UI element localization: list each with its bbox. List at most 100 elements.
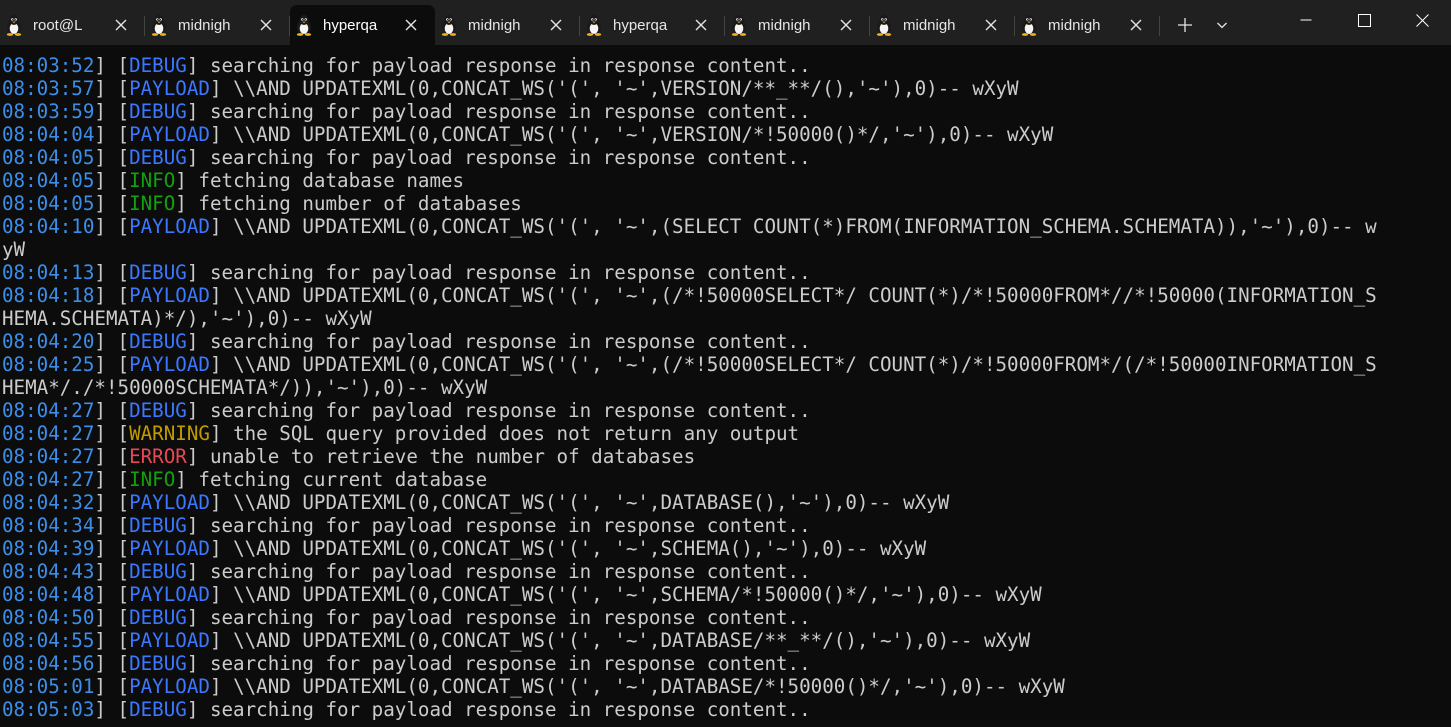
log-timestamp: 08:04:27 xyxy=(2,468,95,491)
log-line: 08:04:34] [DEBUG] searching for payload … xyxy=(2,514,811,537)
tab-2[interactable]: hyperqa xyxy=(290,5,435,45)
terminal-window: root@L midnigh hyperqa midnigh hyperqa midnig… xyxy=(0,0,1451,727)
log-level: DEBUG xyxy=(129,514,187,537)
tab-title: root@L xyxy=(33,16,83,34)
minimize-icon xyxy=(1300,19,1312,21)
log-level: DEBUG xyxy=(129,54,187,77)
tab-close-button[interactable] xyxy=(542,11,570,39)
log-level: PAYLOAD xyxy=(129,353,210,376)
log-timestamp: 08:04:56 xyxy=(2,652,95,675)
log-line: yW xyxy=(2,238,1442,261)
log-message: \\AND UPDATEXML(0,CONCAT_WS('(', '~',DAT… xyxy=(221,491,950,514)
tab-6[interactable]: midnigh xyxy=(870,5,1015,45)
log-line: 08:04:10] [PAYLOAD] \\AND UPDATEXML(0,CO… xyxy=(2,215,1377,238)
log-line: 08:03:52] [DEBUG] searching for payload … xyxy=(2,54,811,77)
log-timestamp: 08:04:10 xyxy=(2,215,95,238)
log-line: 08:04:05] [DEBUG] searching for payload … xyxy=(2,146,811,169)
log-line: 08:04:04] [PAYLOAD] \\AND UPDATEXML(0,CO… xyxy=(2,123,1054,146)
log-message: \\AND UPDATEXML(0,CONCAT_WS('(', '~',(/*… xyxy=(221,284,1377,307)
tab-1[interactable]: midnigh xyxy=(145,5,290,45)
plus-icon xyxy=(1178,18,1192,32)
maximize-icon xyxy=(1357,13,1371,27)
linux-tux-icon xyxy=(874,14,894,36)
log-timestamp: 08:04:34 xyxy=(2,514,95,537)
window-controls xyxy=(1277,0,1451,40)
tab-title: hyperqa xyxy=(323,16,378,34)
log-level: DEBUG xyxy=(129,261,187,284)
tab-7[interactable]: midnigh xyxy=(1015,5,1160,45)
log-timestamp: 08:04:25 xyxy=(2,353,95,376)
tab-close-button[interactable] xyxy=(832,11,860,39)
log-line: 08:03:57] [PAYLOAD] \\AND UPDATEXML(0,CO… xyxy=(2,77,1019,100)
tab-title: midnigh xyxy=(178,16,231,34)
log-timestamp: 08:03:57 xyxy=(2,77,95,100)
log-level: DEBUG xyxy=(129,146,187,169)
minimize-button[interactable] xyxy=(1277,0,1335,40)
tab-close-button[interactable] xyxy=(252,11,280,39)
tab-close-button[interactable] xyxy=(397,11,425,39)
log-level: PAYLOAD xyxy=(129,675,210,698)
log-level: PAYLOAD xyxy=(129,284,210,307)
linux-tux-icon xyxy=(4,14,24,36)
log-message: searching for payload response in respon… xyxy=(198,146,811,169)
log-timestamp: 08:04:05 xyxy=(2,146,95,169)
log-line: 08:04:18] [PAYLOAD] \\AND UPDATEXML(0,CO… xyxy=(2,284,1377,307)
log-line: 08:05:01] [PAYLOAD] \\AND UPDATEXML(0,CO… xyxy=(2,675,1065,698)
log-timestamp: 08:04:48 xyxy=(2,583,95,606)
log-message: searching for payload response in respon… xyxy=(198,261,811,284)
log-message: searching for payload response in respon… xyxy=(198,399,811,422)
tab-5[interactable]: midnigh xyxy=(725,5,870,45)
log-message: \\AND UPDATEXML(0,CONCAT_WS('(', '~',(/*… xyxy=(221,353,1377,376)
log-line: 08:04:55] [PAYLOAD] \\AND UPDATEXML(0,CO… xyxy=(2,629,1031,652)
log-timestamp: 08:03:52 xyxy=(2,54,95,77)
tab-close-button[interactable] xyxy=(1122,11,1150,39)
log-level: DEBUG xyxy=(129,330,187,353)
tab-separator xyxy=(1159,16,1160,36)
log-message: the SQL query provided does not return a… xyxy=(221,422,800,445)
log-message: \\AND UPDATEXML(0,CONCAT_WS('(', '~',VER… xyxy=(221,123,1054,146)
log-message: \\AND UPDATEXML(0,CONCAT_WS('(', '~',(SE… xyxy=(221,215,1377,238)
log-timestamp: 08:04:05 xyxy=(2,169,95,192)
tab-title: midnigh xyxy=(1048,16,1101,34)
linux-tux-icon xyxy=(439,14,459,36)
log-message: \\AND UPDATEXML(0,CONCAT_WS('(', '~',VER… xyxy=(221,77,1019,100)
linux-tux-icon xyxy=(1019,14,1039,36)
tab-4[interactable]: hyperqa xyxy=(580,5,725,45)
tab-close-button[interactable] xyxy=(687,11,715,39)
log-message: \\AND UPDATEXML(0,CONCAT_WS('(', '~',DAT… xyxy=(221,675,1065,698)
log-message: searching for payload response in respon… xyxy=(198,560,811,583)
tab-bar: root@L midnigh hyperqa midnigh hyperqa midnig… xyxy=(0,0,1451,45)
log-timestamp: 08:03:59 xyxy=(2,100,95,123)
close-icon xyxy=(840,19,852,31)
tab-0[interactable]: root@L xyxy=(0,5,145,45)
log-timestamp: 08:04:27 xyxy=(2,399,95,422)
maximize-button[interactable] xyxy=(1335,0,1393,40)
tab-dropdown-button[interactable] xyxy=(1206,5,1238,45)
log-line: 08:04:27] [DEBUG] searching for payload … xyxy=(2,399,811,422)
log-timestamp: 08:04:39 xyxy=(2,537,95,560)
log-line: 08:05:03] [DEBUG] searching for payload … xyxy=(2,698,811,721)
log-level: PAYLOAD xyxy=(129,123,210,146)
log-line: 08:04:13] [DEBUG] searching for payload … xyxy=(2,261,811,284)
log-line: 08:04:50] [DEBUG] searching for payload … xyxy=(2,606,811,629)
terminal-output[interactable]: 08:03:52] [DEBUG] searching for payload … xyxy=(2,54,1442,721)
tab-close-button[interactable] xyxy=(977,11,1005,39)
window-close-icon xyxy=(1415,13,1429,27)
log-timestamp: 08:04:20 xyxy=(2,330,95,353)
log-timestamp: 08:04:05 xyxy=(2,192,95,215)
tab-3[interactable]: midnigh xyxy=(435,5,580,45)
log-timestamp: 08:04:13 xyxy=(2,261,95,284)
tab-close-button[interactable] xyxy=(107,11,135,39)
log-timestamp: 08:04:27 xyxy=(2,422,95,445)
log-line: 08:04:27] [ERROR] unable to retrieve the… xyxy=(2,445,696,468)
window-close-button[interactable] xyxy=(1393,0,1451,40)
log-level: DEBUG xyxy=(129,399,187,422)
log-message: searching for payload response in respon… xyxy=(198,606,811,629)
chevron-down-icon xyxy=(1217,22,1227,29)
log-level: INFO xyxy=(129,169,176,192)
log-level: PAYLOAD xyxy=(129,491,210,514)
log-message: \\AND UPDATEXML(0,CONCAT_WS('(', '~',SCH… xyxy=(221,537,927,560)
log-line: 08:04:43] [DEBUG] searching for payload … xyxy=(2,560,811,583)
log-line: 08:04:56] [DEBUG] searching for payload … xyxy=(2,652,811,675)
new-tab-button[interactable] xyxy=(1164,5,1206,45)
